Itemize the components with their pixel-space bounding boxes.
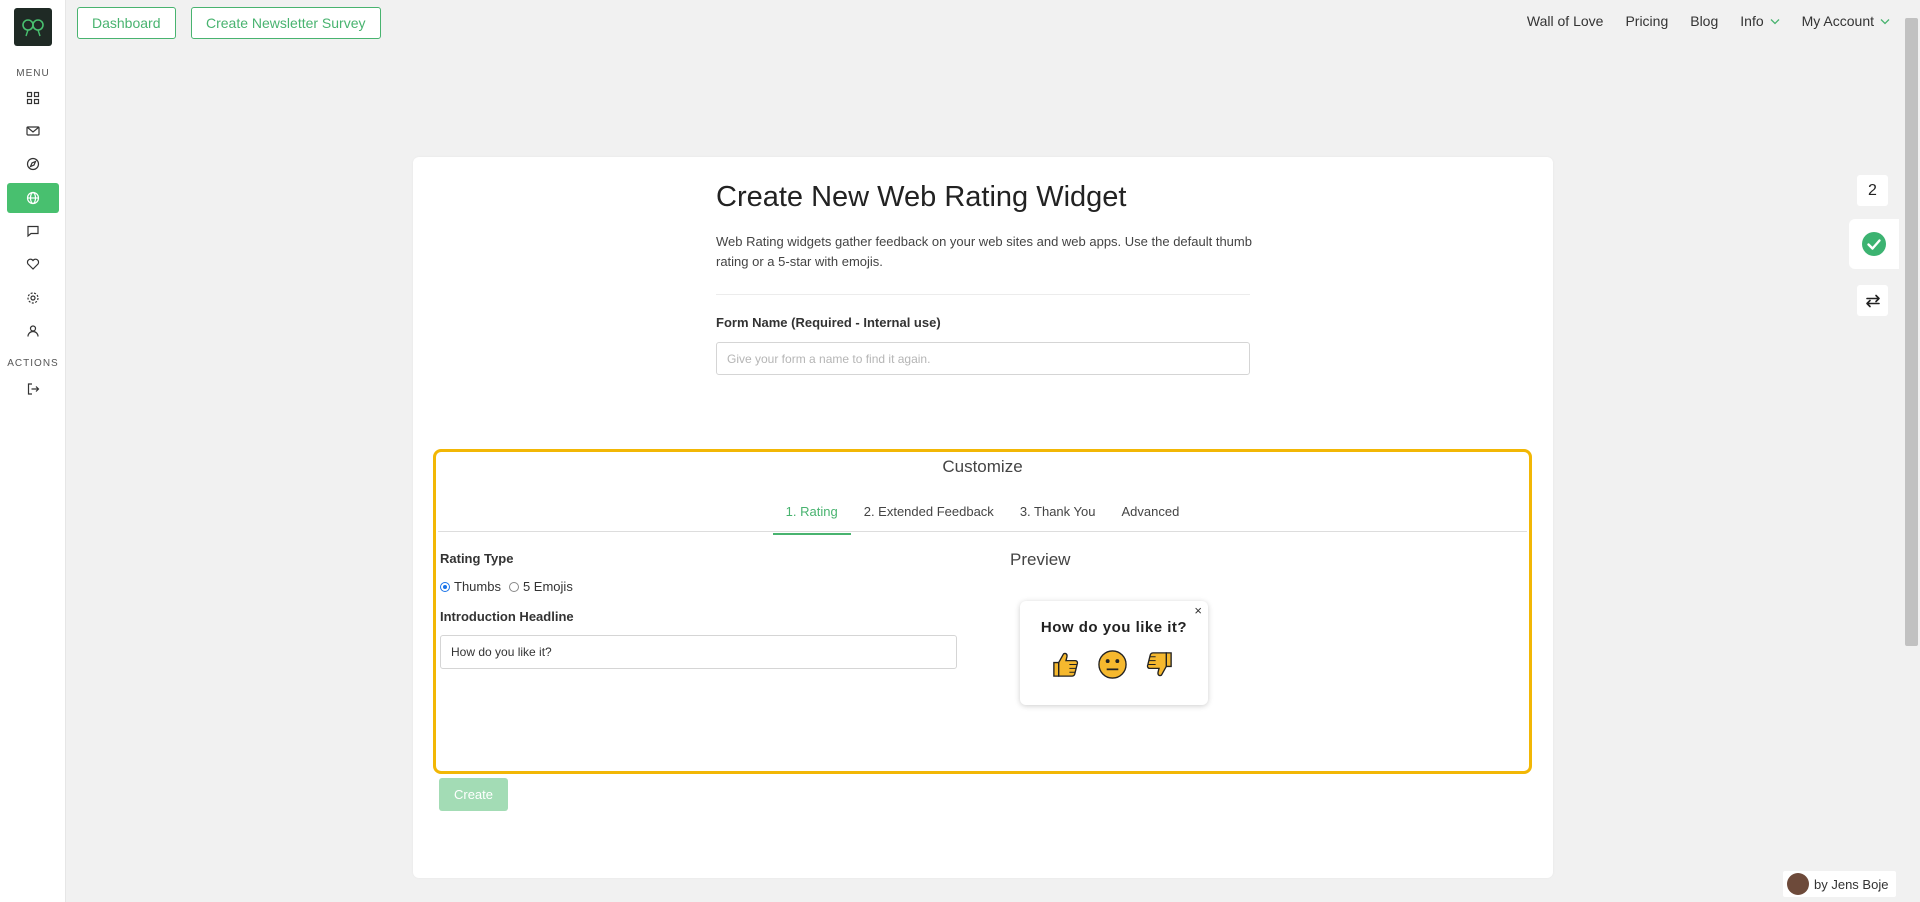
sidebar-item-logout[interactable] <box>7 374 59 404</box>
thumbs-up-icon[interactable] <box>1050 649 1081 680</box>
actions-section-label: ACTIONS <box>7 358 59 369</box>
sidebar: MENU ACTIONS <box>0 0 66 902</box>
tabs-divider <box>438 531 1527 532</box>
user-icon <box>27 325 39 337</box>
mail-icon <box>26 126 40 136</box>
create-button[interactable]: Create <box>439 778 508 811</box>
heart-icon <box>26 258 40 270</box>
page-scrollbar[interactable] <box>1903 0 1920 902</box>
neutral-face-icon[interactable] <box>1097 649 1128 680</box>
swap-arrows-icon <box>1865 294 1880 307</box>
form-name-label: Form Name (Required - Internal use) <box>716 315 941 330</box>
check-circle-icon <box>1862 232 1886 256</box>
swap-button[interactable] <box>1857 285 1888 316</box>
nav-wall-of-love[interactable]: Wall of Love <box>1527 13 1604 29</box>
nav-info-dropdown[interactable]: Info <box>1740 13 1780 29</box>
author-credit[interactable]: by Jens Boje <box>1783 871 1897 897</box>
avatar <box>1787 873 1809 895</box>
thumbs-down-icon[interactable] <box>1144 649 1175 680</box>
menu-section-label: MENU <box>16 68 50 79</box>
rating-type-options: Thumbs 5 Emojis <box>440 579 573 594</box>
radio-5-emojis-label[interactable]: 5 Emojis <box>523 579 573 594</box>
form-name-input[interactable] <box>716 342 1250 375</box>
globe-icon <box>26 191 40 205</box>
page-title: Create New Web Rating Widget <box>716 181 1127 213</box>
sidebar-item-wall[interactable] <box>7 249 59 279</box>
author-credit-text: by Jens Boje <box>1814 876 1889 892</box>
logout-icon <box>27 383 40 395</box>
chat-icon <box>27 225 39 238</box>
close-icon[interactable]: × <box>1194 603 1202 618</box>
chevron-down-icon <box>1880 19 1890 25</box>
customize-panel: Customize 1. Rating 2. Extended Feedback… <box>433 449 1532 774</box>
sidebar-item-profile[interactable] <box>7 316 59 346</box>
rating-widget-preview: × How do you like it? <box>1020 601 1208 705</box>
sidebar-item-web-rating[interactable] <box>7 183 59 213</box>
app-logo[interactable] <box>14 8 52 46</box>
sidebar-item-explore[interactable] <box>7 149 59 179</box>
grid-icon <box>26 91 40 105</box>
chevron-down-icon <box>1770 19 1780 25</box>
preview-label: Preview <box>1010 550 1071 569</box>
divider <box>716 294 1250 295</box>
status-check-button[interactable] <box>1849 219 1899 269</box>
sidebar-item-chat[interactable] <box>7 216 59 246</box>
logo-icon <box>22 19 44 37</box>
nav-my-account-dropdown[interactable]: My Account <box>1802 13 1890 29</box>
sidebar-item-dashboard[interactable] <box>7 83 59 113</box>
introduction-headline-input[interactable] <box>440 635 957 669</box>
sidebar-item-newsletter[interactable] <box>7 116 59 146</box>
radio-5-emojis[interactable] <box>508 581 519 592</box>
gear-icon <box>27 292 39 304</box>
create-newsletter-survey-button[interactable]: Create Newsletter Survey <box>191 7 381 39</box>
preview-question: How do you like it? <box>1040 619 1188 636</box>
rating-type-label: Rating Type <box>440 551 514 566</box>
nav-pricing[interactable]: Pricing <box>1625 13 1668 29</box>
step-count-badge[interactable]: 2 <box>1857 175 1888 206</box>
radio-thumbs[interactable] <box>440 581 450 592</box>
customize-title: Customize <box>942 457 1023 476</box>
radio-thumbs-label[interactable]: Thumbs <box>454 579 501 594</box>
scrollbar-thumb[interactable] <box>1905 18 1918 646</box>
rating-emoji-row <box>1050 649 1175 680</box>
compass-icon <box>26 157 40 171</box>
introduction-headline-label: Introduction Headline <box>440 609 574 624</box>
page-description: Web Rating widgets gather feedback on yo… <box>716 234 1252 269</box>
dashboard-button[interactable]: Dashboard <box>77 7 176 39</box>
nav-blog[interactable]: Blog <box>1690 13 1718 29</box>
top-nav: Wall of Love Pricing Blog Info My Accoun… <box>1527 13 1890 29</box>
sidebar-item-settings[interactable] <box>7 283 59 313</box>
